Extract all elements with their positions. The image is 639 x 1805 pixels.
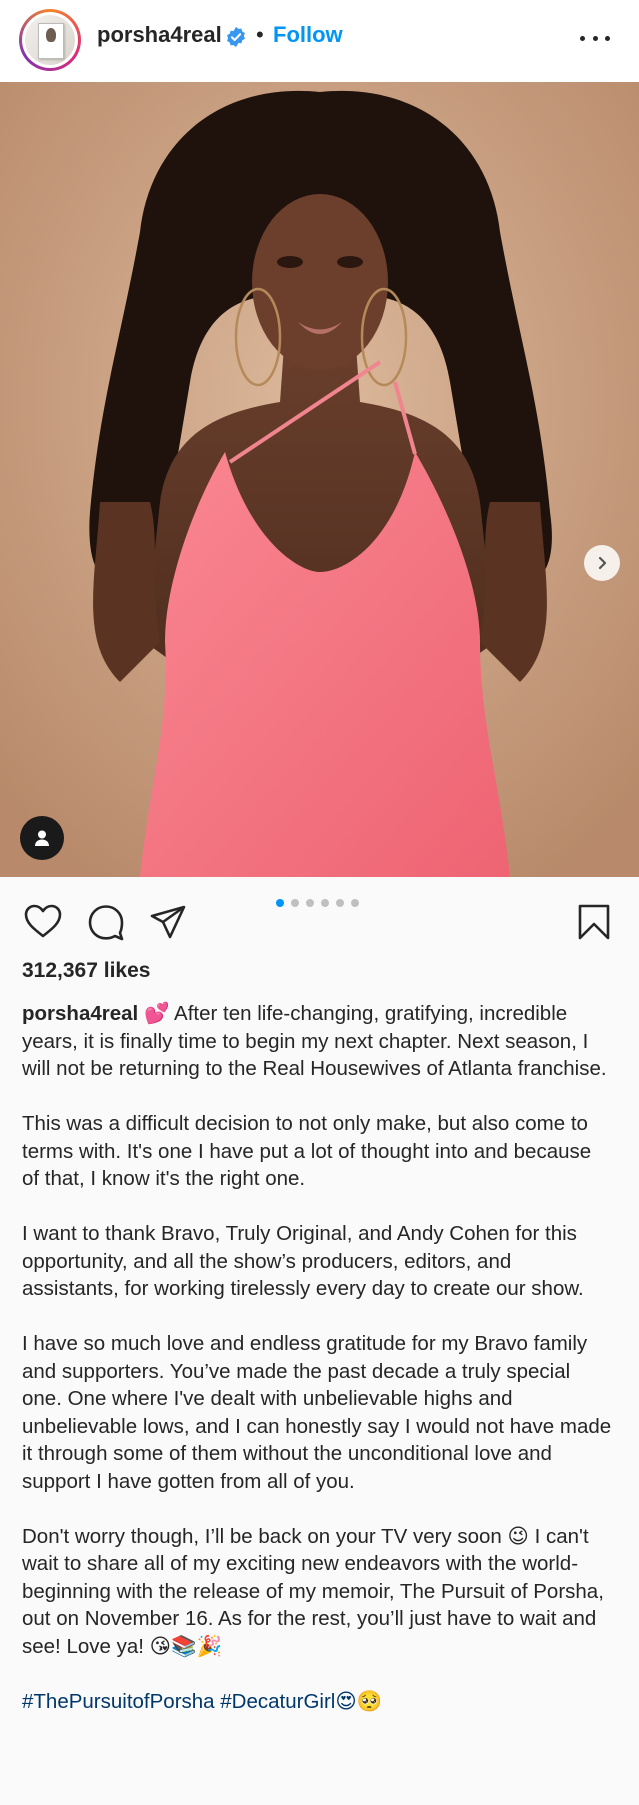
- caption-paragraph: I have so much love and endless gratitud…: [22, 1332, 612, 1493]
- caption-username[interactable]: porsha4real: [22, 1002, 138, 1025]
- likes-count[interactable]: 312,367 likes: [22, 959, 150, 983]
- verified-badge-icon: [227, 26, 245, 48]
- post-photo[interactable]: [0, 82, 639, 877]
- memoir-book-thumbnail: [38, 23, 64, 59]
- caption-paragraph: This was a difficult decision to not onl…: [22, 1112, 592, 1190]
- paper-plane-icon[interactable]: [150, 905, 186, 939]
- heart-icon[interactable]: [24, 904, 62, 938]
- chevron-right-icon[interactable]: [584, 545, 620, 581]
- face-shape: [252, 194, 388, 370]
- username-link[interactable]: porsha4real: [97, 22, 222, 48]
- follow-button[interactable]: Follow: [273, 22, 343, 48]
- hashtag-emoji: 😍🥺: [335, 1689, 383, 1713]
- carousel-dot: [321, 899, 329, 907]
- hashtag-link[interactable]: #DecaturGirl: [220, 1690, 335, 1713]
- post-caption: porsha4real 💕 After ten life-changing, g…: [22, 1000, 612, 1743]
- hashtag-line: #ThePursuitofPorsha #DecaturGirl😍🥺: [22, 1688, 612, 1716]
- avatar-border: [22, 12, 78, 68]
- carousel-dot: [336, 899, 344, 907]
- photo-illustration: [0, 82, 639, 877]
- more-options-icon[interactable]: [580, 26, 610, 50]
- carousel-dot-active: [276, 899, 284, 907]
- user-tag-icon[interactable]: [20, 816, 64, 860]
- more-dot: [580, 35, 585, 41]
- post-header: porsha4real • Follow: [0, 0, 639, 82]
- carousel-dot: [291, 899, 299, 907]
- carousel-dot: [306, 899, 314, 907]
- hashtag-link[interactable]: #ThePursuitofPorsha: [22, 1690, 215, 1713]
- more-dot: [592, 35, 598, 41]
- caption-paragraph: porsha4real 💕 After ten life-changing, g…: [22, 1000, 612, 1083]
- avatar[interactable]: [19, 9, 81, 71]
- carousel-indicator: [276, 899, 359, 907]
- comment-icon[interactable]: [87, 903, 125, 941]
- carousel-dot: [351, 899, 359, 907]
- bookmark-icon[interactable]: [577, 903, 611, 941]
- avatar-image: [25, 15, 75, 65]
- header-separator: •: [256, 22, 264, 47]
- caption-paragraph: Don't worry though, I’ll be back on your…: [22, 1524, 604, 1658]
- more-dot: [605, 35, 610, 41]
- caption-paragraph: I want to thank Bravo, Truly Original, a…: [22, 1222, 584, 1300]
